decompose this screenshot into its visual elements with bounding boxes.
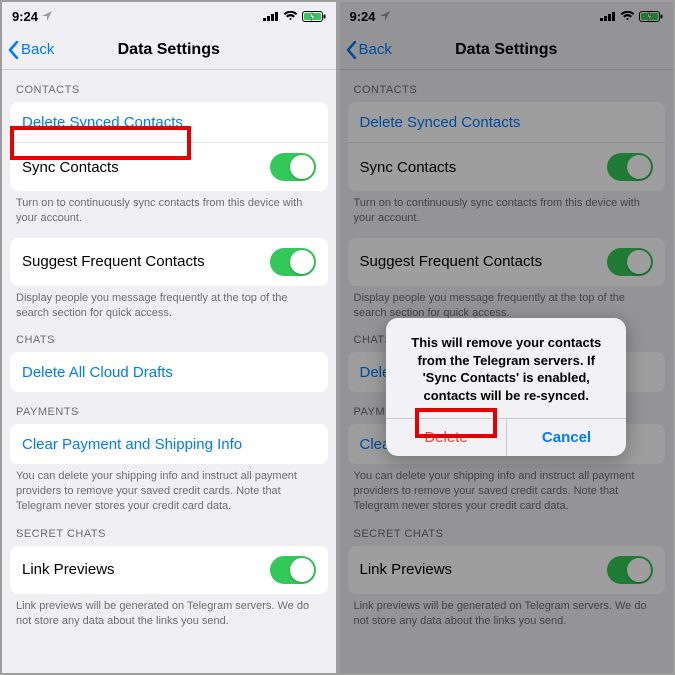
delete-cloud-drafts-button[interactable]: Delete All Cloud Drafts	[10, 352, 328, 392]
screenshot-left: 9:24 Back Data Settings CONTACTS Delete …	[0, 0, 338, 675]
section-header-chats: CHATS	[2, 320, 336, 350]
alert-message: This will remove your contacts from the …	[386, 318, 626, 418]
settings-content: CONTACTS Delete Synced Contacts Sync Con…	[2, 70, 336, 673]
sync-contacts-footer: Turn on to continuously sync contacts fr…	[2, 191, 336, 226]
battery-charging-icon	[302, 11, 326, 22]
suggest-frequent-toggle[interactable]	[270, 248, 316, 276]
section-header-contacts: CONTACTS	[2, 70, 336, 100]
clear-payment-info-button[interactable]: Clear Payment and Shipping Info	[10, 424, 328, 464]
location-arrow-icon	[42, 11, 53, 22]
suggest-frequent-label: Suggest Frequent Contacts	[22, 253, 205, 270]
status-bar: 9:24	[2, 2, 336, 30]
section-header-secret-chats: SECRET CHATS	[2, 514, 336, 544]
suggest-frequent-footer: Display people you message frequently at…	[2, 286, 336, 321]
section-header-payments: PAYMENTS	[2, 392, 336, 422]
link-previews-footer: Link previews will be generated on Teleg…	[2, 594, 336, 629]
link-previews-toggle[interactable]	[270, 556, 316, 584]
confirm-delete-alert: This will remove your contacts from the …	[386, 318, 626, 456]
alert-cancel-button[interactable]: Cancel	[506, 419, 627, 456]
page-title: Data Settings	[118, 41, 220, 59]
link-previews-row: Link Previews	[10, 546, 328, 594]
screenshot-right: 9:24 Back Data Settings CONTACTS Delete …	[338, 0, 675, 675]
cellular-icon	[263, 11, 279, 21]
delete-synced-contacts-button[interactable]: Delete Synced Contacts	[10, 102, 328, 142]
chevron-left-icon	[8, 41, 19, 59]
link-previews-label: Link Previews	[22, 561, 115, 578]
wifi-icon	[283, 11, 298, 21]
sync-contacts-row: Sync Contacts	[10, 142, 328, 191]
suggest-frequent-row: Suggest Frequent Contacts	[10, 238, 328, 286]
alert-delete-button[interactable]: Delete	[386, 419, 506, 456]
nav-bar: Back Data Settings	[2, 30, 336, 70]
status-time: 9:24	[12, 9, 38, 24]
payments-footer: You can delete your shipping info and in…	[2, 464, 336, 514]
back-button[interactable]: Back	[8, 41, 54, 59]
sync-contacts-toggle[interactable]	[270, 153, 316, 181]
sync-contacts-label: Sync Contacts	[22, 159, 119, 176]
back-label: Back	[21, 41, 54, 58]
